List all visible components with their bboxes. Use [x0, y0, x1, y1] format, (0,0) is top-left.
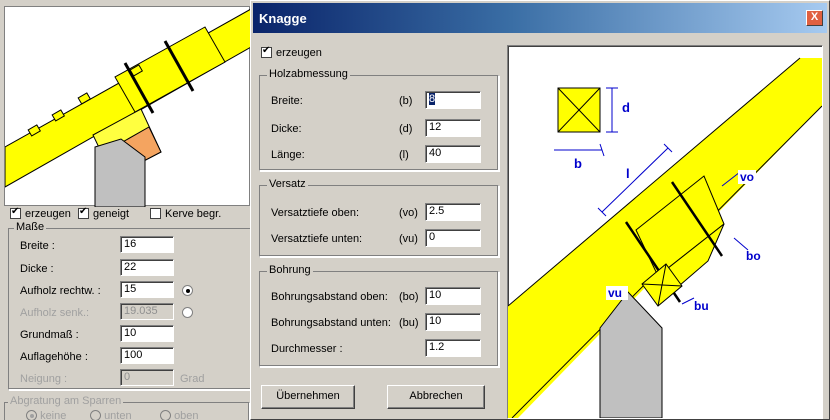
- bohrungsabstand-unten-input[interactable]: 10: [425, 313, 481, 331]
- label-bo: bo: [746, 249, 761, 263]
- versatztiefe-unten-label: Versatztiefe unten:: [271, 233, 363, 245]
- laenge-input[interactable]: 40: [425, 145, 481, 163]
- bg-aufholz-senk-input: 19.035: [120, 303, 174, 320]
- bg-neigung-unit: Grad: [180, 373, 205, 385]
- abgratung-keine-label: keine: [40, 410, 67, 420]
- background-preview-canvas: [4, 6, 252, 208]
- dialog-title: Knagge: [259, 11, 307, 26]
- bg-dicke-input[interactable]: 22: [120, 259, 174, 276]
- versatztiefe-oben-input[interactable]: 2.5: [425, 203, 481, 221]
- bg-geneigt-label: geneigt: [93, 208, 130, 220]
- abgratung-option-keine[interactable]: keine: [26, 410, 66, 420]
- label-b: b: [574, 156, 582, 171]
- bg-grundmass-input[interactable]: 10: [120, 325, 174, 342]
- bohrungsabstand-oben-input[interactable]: 10: [425, 287, 481, 305]
- abgratung-option-unten[interactable]: unten: [90, 410, 132, 420]
- radio-keine[interactable]: [26, 410, 37, 420]
- knagge-diagram-canvas: d b l vo bo vu bu: [507, 45, 823, 419]
- label-bu: bu: [694, 299, 709, 313]
- radio-unten[interactable]: [90, 410, 101, 420]
- bg-neigung-label: Neigung :: [20, 373, 68, 385]
- bg-aufholz-senk-label: Aufholz senk.:: [20, 307, 90, 319]
- label-d: d: [622, 100, 630, 115]
- dicke-input[interactable]: 12: [425, 119, 481, 137]
- holzabmessung-title: Holzabmessung: [267, 68, 350, 80]
- laenge-code: (l): [399, 149, 409, 161]
- laenge-label: Länge:: [271, 149, 305, 161]
- bg-aufholz-rechtw-input[interactable]: 15: [120, 281, 174, 298]
- bg-neigung-input: 0: [120, 369, 174, 386]
- close-button[interactable]: X: [806, 10, 823, 26]
- bg-aufholz-rechtw-label: Aufholz rechtw. :: [20, 285, 101, 297]
- erzeugen-checkbox[interactable]: erzeugen: [261, 45, 322, 59]
- versatz-title: Versatz: [267, 178, 308, 190]
- aufholz-senk-radio[interactable]: [182, 307, 193, 318]
- abbrechen-button[interactable]: Abbrechen: [387, 385, 485, 409]
- abgratung-option-oben[interactable]: oben: [160, 410, 199, 420]
- label-vo: vo: [740, 170, 754, 184]
- checkbox-box[interactable]: [78, 206, 89, 219]
- versatztiefe-unten-input[interactable]: 0: [425, 229, 481, 247]
- durchmesser-label: Durchmesser :: [271, 343, 343, 355]
- radio-oben[interactable]: [160, 410, 171, 420]
- bohrung-title: Bohrung: [267, 264, 313, 276]
- checkbox-box[interactable]: [150, 208, 161, 219]
- background-preview-drawing: [4, 8, 252, 208]
- bg-geneigt-checkbox[interactable]: geneigt: [78, 206, 130, 220]
- abgratung-group-title: Abgratung am Sparren: [8, 395, 124, 407]
- bg-auflagehoehe-label: Auflagehöhe :: [20, 351, 88, 363]
- versatztiefe-unten-code: (vu): [399, 233, 418, 245]
- dicke-code: (d): [399, 123, 413, 135]
- dialog-titlebar[interactable]: Knagge X: [253, 3, 827, 33]
- breite-code: (b): [399, 95, 413, 107]
- checkbox-box[interactable]: [10, 206, 21, 219]
- uebernehmen-button[interactable]: Übernehmen: [261, 385, 355, 409]
- bg-dicke-label: Dicke :: [20, 263, 54, 275]
- label-vu: vu: [608, 286, 622, 300]
- dim-bu-line: [681, 297, 695, 305]
- versatztiefe-oben-label: Versatztiefe oben:: [271, 207, 360, 219]
- abgratung-unten-label: unten: [104, 410, 132, 420]
- aufholz-rechtw-radio[interactable]: [182, 285, 193, 296]
- bg-breite-input[interactable]: 16: [120, 236, 174, 253]
- durchmesser-input[interactable]: 1.2: [425, 339, 481, 357]
- erzeugen-label: erzeugen: [276, 47, 322, 59]
- knagge-dialog: Knagge X erzeugen Holzabmessung Breite: …: [250, 0, 830, 420]
- masse-group-title: Maße: [14, 221, 47, 233]
- abgratung-oben-label: oben: [174, 410, 199, 420]
- versatztiefe-oben-code: (vo): [399, 207, 418, 219]
- bg-kerve-checkbox[interactable]: Kerve begr.: [150, 208, 221, 220]
- bg-grundmass-label: Grundmaß :: [20, 329, 79, 341]
- label-l: l: [626, 166, 630, 181]
- breite-input[interactable]: 8: [425, 91, 481, 109]
- breite-value: 8: [429, 93, 436, 105]
- background-window: erzeugen geneigt Kerve begr. Maße Breite…: [0, 0, 258, 420]
- bg-breite-label: Breite :: [20, 240, 55, 252]
- dicke-label: Dicke:: [271, 123, 302, 135]
- bg-erzeugen-label: erzeugen: [25, 208, 71, 220]
- bg-kerve-label: Kerve begr.: [165, 208, 222, 220]
- bohrungsabstand-oben-label: Bohrungsabstand oben:: [271, 291, 388, 303]
- breite-label: Breite:: [271, 95, 303, 107]
- bohrungsabstand-unten-code: (bu): [399, 317, 419, 329]
- knagge-diagram: d b l vo bo vu bu: [507, 57, 823, 419]
- checkbox-box[interactable]: [261, 45, 272, 58]
- bohrungsabstand-unten-label: Bohrungsabstand unten:: [271, 317, 391, 329]
- bohrungsabstand-oben-code: (bo): [399, 291, 419, 303]
- bg-auflagehoehe-input[interactable]: 100: [120, 347, 174, 364]
- bg-erzeugen-checkbox[interactable]: erzeugen: [10, 206, 71, 220]
